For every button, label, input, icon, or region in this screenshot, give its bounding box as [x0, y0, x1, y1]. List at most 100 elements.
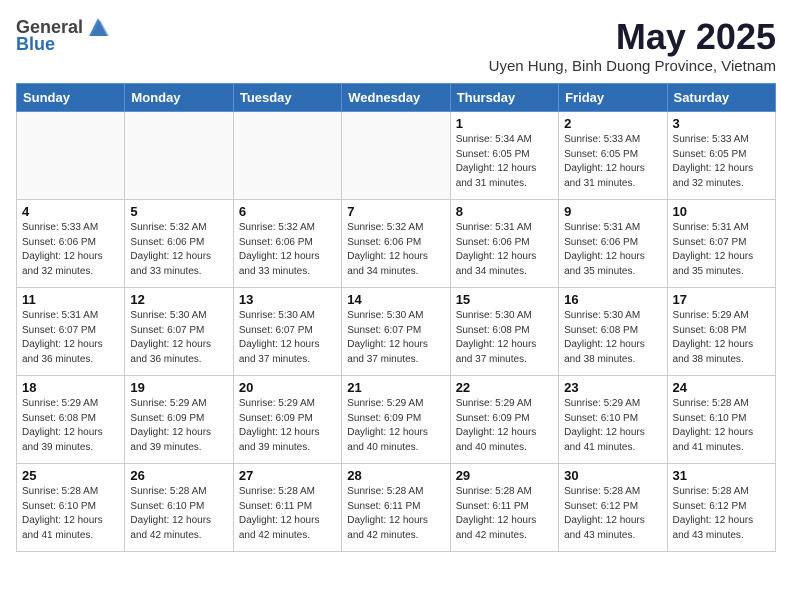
- calendar-cell: 29Sunrise: 5:28 AM Sunset: 6:11 PM Dayli…: [450, 464, 558, 552]
- calendar-week-4: 18Sunrise: 5:29 AM Sunset: 6:08 PM Dayli…: [17, 376, 776, 464]
- day-number: 8: [456, 204, 553, 219]
- day-number: 3: [673, 116, 770, 131]
- day-header-tuesday: Tuesday: [233, 84, 341, 112]
- day-number: 12: [130, 292, 227, 307]
- day-info: Sunrise: 5:29 AM Sunset: 6:09 PM Dayligh…: [130, 397, 227, 455]
- calendar-cell: 7 Sunrise: 5:32 AM Sunset: 6:06 PM Daylig…: [342, 200, 450, 288]
- day-header-friday: Friday: [559, 84, 667, 112]
- calendar-cell: 28 Sunrise: 5:28 AM Sunset: 6:11 PM Dayli…: [342, 464, 450, 552]
- day-info: Sunrise: 5:29 AM Sunset: 6:10 PM Dayligh…: [564, 397, 661, 455]
- calendar-cell: 18Sunrise: 5:29 AM Sunset: 6:08 PM Dayli…: [17, 376, 125, 464]
- day-info: Sunrise: 5:31 AM Sunset: 6:06 PM Dayligh…: [564, 221, 661, 279]
- day-info: Sunrise: 5:30 AM Sunset: 6:07 PM Dayligh…: [347, 309, 444, 367]
- day-info: Sunrise: 5:33 AM Sunset: 6:05 PM Dayligh…: [564, 133, 661, 191]
- calendar-cell: 10 Sunrise: 5:31 AM Sunset: 6:07 PM Dayli…: [667, 200, 775, 288]
- day-number: 30: [564, 468, 661, 483]
- day-info: Sunrise: 5:31 AM Sunset: 6:06 PM Dayligh…: [456, 221, 553, 279]
- day-info: Sunrise: 5:30 AM Sunset: 6:07 PM Dayligh…: [239, 309, 336, 367]
- calendar-week-1: 1Sunrise: 5:34 AM Sunset: 6:05 PM Daylig…: [17, 112, 776, 200]
- day-number: 22: [456, 380, 553, 395]
- day-info: Sunrise: 5:28 AM Sunset: 6:12 PM Dayligh…: [564, 485, 661, 543]
- calendar-title: May 2025: [489, 16, 776, 58]
- calendar-cell: 30 Sunrise: 5:28 AM Sunset: 6:12 PM Dayli…: [559, 464, 667, 552]
- day-info: Sunrise: 5:29 AM Sunset: 6:09 PM Dayligh…: [239, 397, 336, 455]
- day-number: 25: [22, 468, 119, 483]
- calendar-cell: 4 Sunrise: 5:33 AM Sunset: 6:06 PM Daylig…: [17, 200, 125, 288]
- logo-icon: [85, 16, 111, 38]
- day-number: 4: [22, 204, 119, 219]
- day-number: 2: [564, 116, 661, 131]
- day-number: 28: [347, 468, 444, 483]
- page-header: General Blue May 2025 Uyen Hung, Binh Du…: [16, 16, 776, 75]
- day-info: Sunrise: 5:31 AM Sunset: 6:07 PM Dayligh…: [22, 309, 119, 367]
- calendar-cell: 1Sunrise: 5:34 AM Sunset: 6:05 PM Daylig…: [450, 112, 558, 200]
- calendar-table: SundayMondayTuesdayWednesdayThursdayFrid…: [16, 83, 776, 552]
- day-number: 10: [673, 204, 770, 219]
- day-info: Sunrise: 5:29 AM Sunset: 6:08 PM Dayligh…: [673, 309, 770, 367]
- calendar-cell: 23Sunrise: 5:29 AM Sunset: 6:10 PM Dayli…: [559, 376, 667, 464]
- calendar-cell: 9 Sunrise: 5:31 AM Sunset: 6:06 PM Daylig…: [559, 200, 667, 288]
- calendar-cell: [342, 112, 450, 200]
- day-number: 9: [564, 204, 661, 219]
- calendar-cell: 3 Sunrise: 5:33 AM Sunset: 6:05 PM Daylig…: [667, 112, 775, 200]
- calendar-cell: 20 Sunrise: 5:29 AM Sunset: 6:09 PM Dayli…: [233, 376, 341, 464]
- day-number: 31: [673, 468, 770, 483]
- day-info: Sunrise: 5:33 AM Sunset: 6:06 PM Dayligh…: [22, 221, 119, 279]
- calendar-cell: 24Sunrise: 5:28 AM Sunset: 6:10 PM Dayli…: [667, 376, 775, 464]
- day-number: 15: [456, 292, 553, 307]
- day-number: 5: [130, 204, 227, 219]
- calendar-cell: 17 Sunrise: 5:29 AM Sunset: 6:08 PM Dayli…: [667, 288, 775, 376]
- day-info: Sunrise: 5:32 AM Sunset: 6:06 PM Dayligh…: [130, 221, 227, 279]
- calendar-cell: 5 Sunrise: 5:32 AM Sunset: 6:06 PM Daylig…: [125, 200, 233, 288]
- day-number: 17: [673, 292, 770, 307]
- calendar-cell: 19 Sunrise: 5:29 AM Sunset: 6:09 PM Dayli…: [125, 376, 233, 464]
- calendar-cell: 22 Sunrise: 5:29 AM Sunset: 6:09 PM Dayli…: [450, 376, 558, 464]
- day-number: 13: [239, 292, 336, 307]
- calendar-cell: [125, 112, 233, 200]
- day-info: Sunrise: 5:30 AM Sunset: 6:07 PM Dayligh…: [130, 309, 227, 367]
- calendar-week-3: 11Sunrise: 5:31 AM Sunset: 6:07 PM Dayli…: [17, 288, 776, 376]
- day-number: 16: [564, 292, 661, 307]
- day-info: Sunrise: 5:28 AM Sunset: 6:10 PM Dayligh…: [673, 397, 770, 455]
- calendar-subtitle: Uyen Hung, Binh Duong Province, Vietnam: [489, 58, 776, 75]
- day-info: Sunrise: 5:33 AM Sunset: 6:05 PM Dayligh…: [673, 133, 770, 191]
- day-number: 7: [347, 204, 444, 219]
- day-header-monday: Monday: [125, 84, 233, 112]
- logo-blue: Blue: [16, 34, 55, 55]
- calendar-cell: 25 Sunrise: 5:28 AM Sunset: 6:10 PM Dayli…: [17, 464, 125, 552]
- day-info: Sunrise: 5:28 AM Sunset: 6:11 PM Dayligh…: [456, 485, 553, 543]
- day-info: Sunrise: 5:32 AM Sunset: 6:06 PM Dayligh…: [239, 221, 336, 279]
- day-number: 20: [239, 380, 336, 395]
- day-number: 21: [347, 380, 444, 395]
- day-info: Sunrise: 5:30 AM Sunset: 6:08 PM Dayligh…: [564, 309, 661, 367]
- day-number: 14: [347, 292, 444, 307]
- calendar-cell: 12 Sunrise: 5:30 AM Sunset: 6:07 PM Dayli…: [125, 288, 233, 376]
- day-info: Sunrise: 5:31 AM Sunset: 6:07 PM Dayligh…: [673, 221, 770, 279]
- day-info: Sunrise: 5:28 AM Sunset: 6:11 PM Dayligh…: [239, 485, 336, 543]
- calendar-cell: 15Sunrise: 5:30 AM Sunset: 6:08 PM Dayli…: [450, 288, 558, 376]
- calendar-cell: 8 Sunrise: 5:31 AM Sunset: 6:06 PM Daylig…: [450, 200, 558, 288]
- calendar-cell: 2 Sunrise: 5:33 AM Sunset: 6:05 PM Daylig…: [559, 112, 667, 200]
- day-info: Sunrise: 5:29 AM Sunset: 6:08 PM Dayligh…: [22, 397, 119, 455]
- day-info: Sunrise: 5:29 AM Sunset: 6:09 PM Dayligh…: [456, 397, 553, 455]
- day-info: Sunrise: 5:28 AM Sunset: 6:10 PM Dayligh…: [130, 485, 227, 543]
- day-info: Sunrise: 5:28 AM Sunset: 6:10 PM Dayligh…: [22, 485, 119, 543]
- day-info: Sunrise: 5:32 AM Sunset: 6:06 PM Dayligh…: [347, 221, 444, 279]
- day-header-saturday: Saturday: [667, 84, 775, 112]
- day-header-wednesday: Wednesday: [342, 84, 450, 112]
- calendar-week-2: 4 Sunrise: 5:33 AM Sunset: 6:06 PM Daylig…: [17, 200, 776, 288]
- day-info: Sunrise: 5:28 AM Sunset: 6:11 PM Dayligh…: [347, 485, 444, 543]
- calendar-cell: 14 Sunrise: 5:30 AM Sunset: 6:07 PM Dayli…: [342, 288, 450, 376]
- day-info: Sunrise: 5:34 AM Sunset: 6:05 PM Dayligh…: [456, 133, 553, 191]
- calendar-cell: 13 Sunrise: 5:30 AM Sunset: 6:07 PM Dayli…: [233, 288, 341, 376]
- logo: General Blue: [16, 16, 111, 55]
- day-number: 19: [130, 380, 227, 395]
- calendar-cell: 26Sunrise: 5:28 AM Sunset: 6:10 PM Dayli…: [125, 464, 233, 552]
- day-header-thursday: Thursday: [450, 84, 558, 112]
- day-header-sunday: Sunday: [17, 84, 125, 112]
- calendar-cell: [17, 112, 125, 200]
- day-info: Sunrise: 5:29 AM Sunset: 6:09 PM Dayligh…: [347, 397, 444, 455]
- calendar-cell: 31 Sunrise: 5:28 AM Sunset: 6:12 PM Dayli…: [667, 464, 775, 552]
- calendar-cell: 16 Sunrise: 5:30 AM Sunset: 6:08 PM Dayli…: [559, 288, 667, 376]
- day-info: Sunrise: 5:28 AM Sunset: 6:12 PM Dayligh…: [673, 485, 770, 543]
